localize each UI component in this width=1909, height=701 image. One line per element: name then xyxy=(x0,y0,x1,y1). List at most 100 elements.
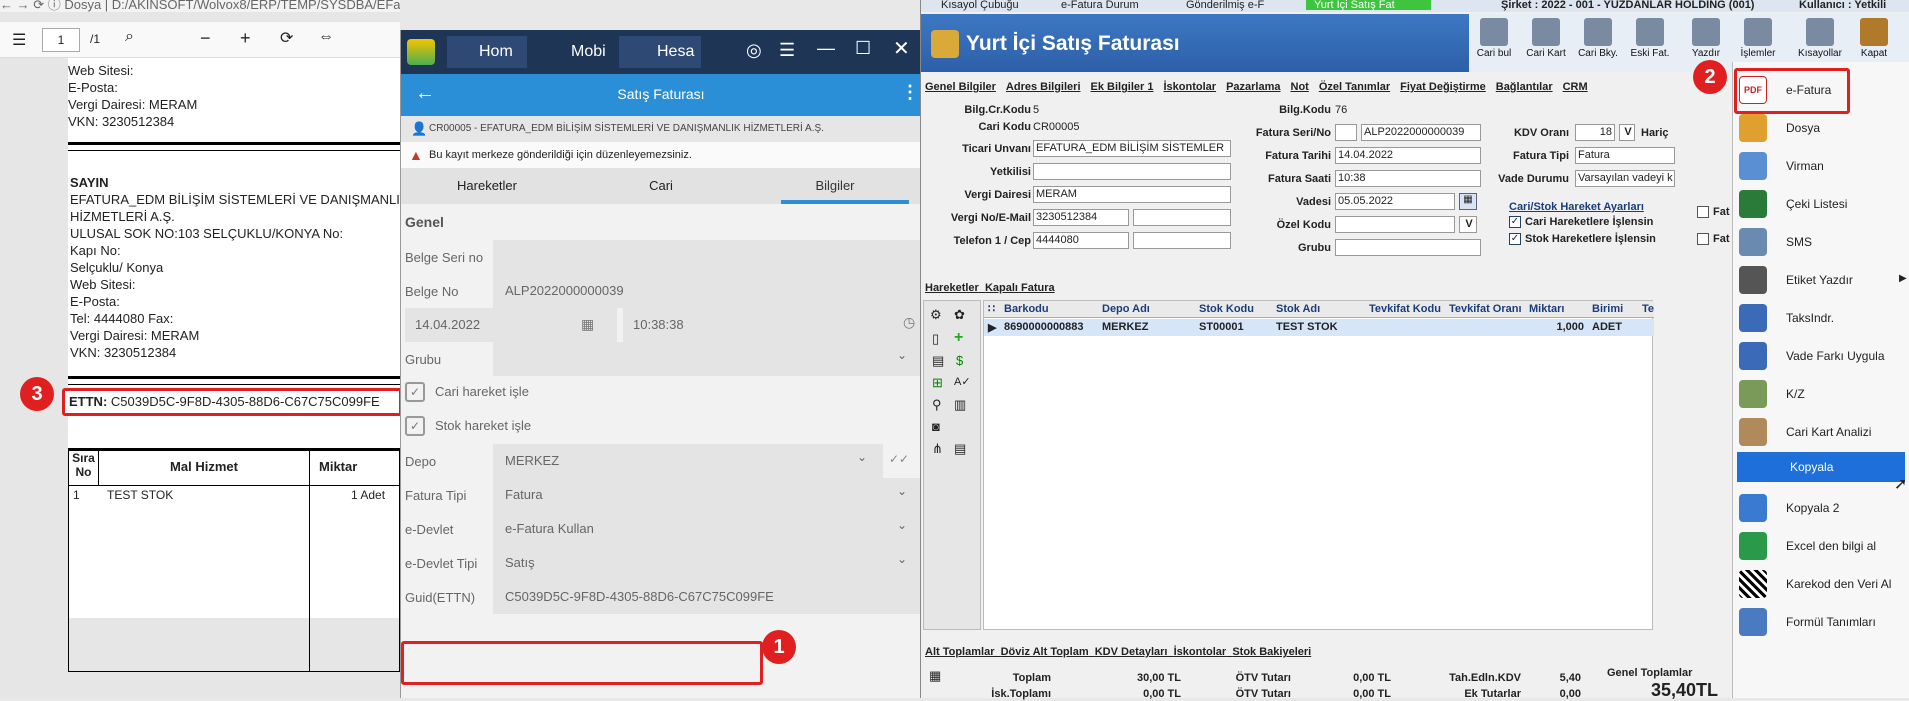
tab-bilgiler[interactable]: Bilgiler xyxy=(749,178,921,193)
menu-item-formul[interactable]: Formül Tanımları xyxy=(1733,604,1909,642)
kdv-button[interactable]: V xyxy=(1619,124,1635,141)
fatura-saati-input[interactable]: 10:38 xyxy=(1335,170,1481,187)
grid-cell[interactable]: 8690000000883 xyxy=(1004,321,1084,333)
column-header[interactable]: Barkodu xyxy=(1004,303,1049,315)
tab-doviz[interactable]: Döviz Alt Toplam xyxy=(1001,646,1089,658)
menu-item-kz[interactable]: K/Z xyxy=(1733,376,1909,414)
add-icon[interactable]: + xyxy=(954,329,963,347)
column-header[interactable]: Miktarı xyxy=(1529,303,1564,315)
clock-icon[interactable]: ◷ xyxy=(903,314,915,331)
more-icon[interactable]: ⋮ xyxy=(901,82,919,103)
palette-icon[interactable]: ✿ xyxy=(954,307,965,323)
edevlet-tipi-select[interactable]: Satış xyxy=(493,546,921,580)
account-icon[interactable]: ◎ xyxy=(746,40,762,61)
calendar-icon[interactable]: ▦ xyxy=(581,316,594,333)
time-input[interactable]: 10:38:38 xyxy=(623,308,921,342)
kisayollar-button[interactable]: Kısayollar xyxy=(1795,14,1845,59)
menu-item-sms[interactable]: SMS xyxy=(1733,224,1909,262)
tab-baglantilar[interactable]: Bağlantılar xyxy=(1496,81,1553,93)
belge-no-input[interactable]: ALP2022000000039 xyxy=(493,274,921,308)
cari-bul-button[interactable]: Cari bul xyxy=(1469,14,1519,59)
fit-page-icon[interactable]: ⇔ xyxy=(318,28,334,46)
top-tab[interactable]: Gönderilmiş e-F xyxy=(1186,0,1264,11)
dollar-icon[interactable]: $ xyxy=(956,353,963,368)
menu-item-ceki-listesi[interactable]: Çeki Listesi xyxy=(1733,186,1909,224)
minimize-icon[interactable]: — xyxy=(817,38,835,59)
tab-kapali-fatura[interactable]: Kapalı Fatura xyxy=(985,282,1055,294)
vergi-no-input[interactable]: 3230512384 xyxy=(1033,209,1129,226)
barcode-icon[interactable]: ▥ xyxy=(954,397,966,413)
islemler-button[interactable]: İşlemler xyxy=(1733,14,1783,59)
column-header[interactable]: Tevkifat Oranı xyxy=(1449,303,1522,315)
column-header[interactable]: Depo Adı xyxy=(1102,303,1150,315)
menu-icon[interactable]: ☰ xyxy=(779,40,795,61)
search-icon[interactable]: ⌕ xyxy=(125,28,134,46)
add-row-icon[interactable]: ⊞ xyxy=(932,375,943,391)
vade-durumu-select[interactable]: Varsayılan vadeyi k xyxy=(1575,170,1675,187)
ozel-kodu-button[interactable]: V xyxy=(1459,216,1477,233)
browser-address-bar[interactable]: ← → ⟳ ⓘ Dosya | D:/AKINSOFT/Wolvox8/ERP/… xyxy=(0,0,400,12)
menu-item-vade-farki[interactable]: Vade Farkı Uygula xyxy=(1733,338,1909,376)
menu-item-kopyala[interactable]: Kopyala xyxy=(1737,452,1905,482)
menu-item-dosya[interactable]: Dosya xyxy=(1733,110,1909,148)
top-tab-active[interactable]: Yurt İçi Satış Fat xyxy=(1306,0,1431,11)
tab-ozel-tanimlar[interactable]: Özel Tanımlar xyxy=(1319,81,1390,93)
network-icon[interactable]: ⋔ xyxy=(932,441,943,457)
settings-icon[interactable]: ⚙ xyxy=(930,307,942,323)
camera-icon[interactable]: ◙ xyxy=(932,419,940,434)
zoom-in-icon[interactable]: + xyxy=(240,28,251,49)
column-header[interactable]: Birimi xyxy=(1592,303,1623,315)
guid-input[interactable]: C5039D5C-9F8D-4305-88D6-C67C75C099FE xyxy=(493,580,921,614)
zoom-out-icon[interactable]: − xyxy=(200,28,211,49)
tab-kdv-detay[interactable]: KDV Detayları xyxy=(1095,646,1168,658)
menu-item-etiket-yazdir[interactable]: Etiket Yazdır ▶ xyxy=(1733,262,1909,300)
binoculars-icon[interactable]: ⚲ xyxy=(932,397,942,413)
tab-mobi[interactable]: Mobi xyxy=(533,36,613,68)
tab-genel-bilgiler[interactable]: Genel Bilgiler xyxy=(925,81,996,93)
grid-cell[interactable]: ADET xyxy=(1592,321,1622,333)
column-header[interactable]: Te xyxy=(1642,303,1654,315)
email-input[interactable] xyxy=(1133,209,1231,226)
grid-cell[interactable]: 1,000 xyxy=(1529,321,1584,333)
top-tab[interactable]: e-Fatura Durum xyxy=(1061,0,1139,11)
fatura-tipi-select[interactable]: Fatura xyxy=(1575,147,1675,164)
tab-fiyat-degistirme[interactable]: Fiyat Değiştirme xyxy=(1400,81,1486,93)
chevron-down-icon[interactable]: ⌄ xyxy=(897,484,907,498)
tab-grid-hareketler[interactable]: Hareketler xyxy=(925,282,979,294)
tab-alt-toplamlar[interactable]: Alt Toplamlar xyxy=(925,646,994,658)
menu-item-kopyala-2[interactable]: Kopyala 2 xyxy=(1733,490,1909,528)
vergi-dairesi-input[interactable]: MERAM xyxy=(1033,186,1231,203)
stok-isle-checkbox[interactable]: ✓ xyxy=(1509,233,1521,245)
yetkili-input[interactable] xyxy=(1033,163,1231,180)
chevron-down-icon[interactable]: ⌄ xyxy=(897,552,907,566)
yazdir-button[interactable]: Yazdır xyxy=(1681,14,1731,59)
close-icon[interactable]: ✕ xyxy=(893,36,910,61)
calculator-icon[interactable]: ▦ xyxy=(929,668,941,684)
fatura-tipi-select[interactable]: Fatura xyxy=(493,478,921,512)
kdv-input[interactable]: 18 xyxy=(1575,124,1615,141)
calendar-icon[interactable]: ▦ xyxy=(1459,193,1477,210)
maximize-icon[interactable]: ☐ xyxy=(855,38,871,59)
cari-kart-button[interactable]: Cari Kart xyxy=(1521,14,1571,59)
chevron-down-icon[interactable]: ⌄ xyxy=(857,450,867,464)
telefon-input[interactable]: 4444080 xyxy=(1033,232,1129,249)
tab-cari[interactable]: Cari xyxy=(573,178,749,193)
document-icon[interactable]: ▤ xyxy=(932,353,944,369)
column-header[interactable]: Stok Adı xyxy=(1276,303,1320,315)
vade-input[interactable]: 05.05.2022 xyxy=(1335,193,1455,210)
cari-isle-checkbox[interactable]: ✓ xyxy=(1509,216,1521,228)
menu-item-taksit[interactable]: TaksIndr. xyxy=(1733,300,1909,338)
menu-item-virman[interactable]: Virman xyxy=(1733,148,1909,186)
menu-item-karekod[interactable]: Karekod den Veri Al xyxy=(1733,566,1909,604)
fat-checkbox-2[interactable] xyxy=(1697,233,1709,245)
table-row[interactable]: ▶ 8690000000883 MERKEZ ST00001 TEST STOK… xyxy=(984,319,1654,336)
grid-cell[interactable]: TEST STOK xyxy=(1276,321,1338,333)
grubu-select[interactable] xyxy=(493,342,921,376)
fatura-no-input[interactable]: ALP2022000000039 xyxy=(1361,124,1481,141)
grid-cell[interactable]: MERKEZ xyxy=(1102,321,1148,333)
menu-item-excel[interactable]: Excel den bilgi al xyxy=(1733,528,1909,566)
seri-input[interactable] xyxy=(1335,124,1357,141)
cari-bky-button[interactable]: Cari Bky. xyxy=(1573,14,1623,59)
double-check-icon[interactable]: ✓✓ xyxy=(889,452,909,466)
contents-icon[interactable]: ☰ xyxy=(12,30,26,50)
